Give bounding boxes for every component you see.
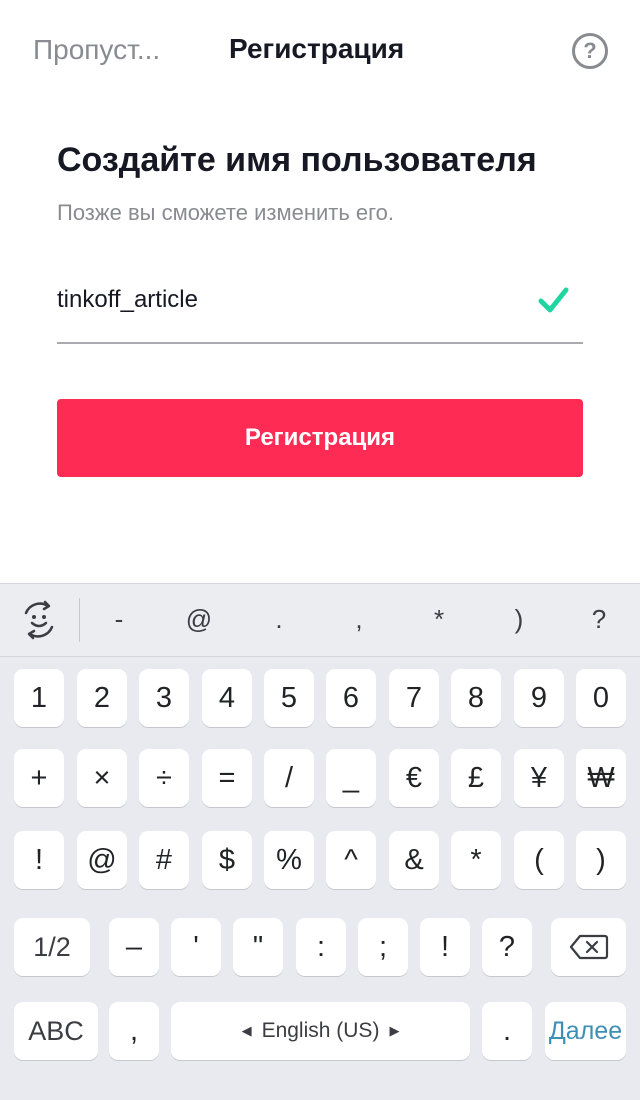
key[interactable]: € (389, 749, 439, 807)
key[interactable]: ! (14, 831, 64, 889)
key[interactable]: 2 (77, 669, 127, 727)
toolbar-divider (79, 598, 80, 642)
form-subheading: Позже вы сможете изменить его. (57, 200, 395, 225)
key[interactable]: : (296, 918, 346, 976)
key[interactable]: ( (514, 831, 564, 889)
key[interactable]: @ (77, 831, 127, 889)
on-screen-keyboard: - @ . , * ) ? 1 2 3 4 5 6 7 8 9 0 + × ÷ … (0, 583, 640, 1100)
key[interactable]: × (77, 749, 127, 807)
key[interactable]: ? (482, 918, 532, 976)
keyboard-toolbar: - @ . , * ) ? (0, 584, 640, 657)
username-value[interactable]: tinkoff_article (57, 286, 198, 314)
key[interactable]: 1 (14, 669, 64, 727)
username-input[interactable]: tinkoff_article (57, 270, 583, 344)
key[interactable]: 8 (451, 669, 501, 727)
key[interactable]: ' (171, 918, 221, 976)
suggestion-key[interactable]: . (259, 604, 299, 635)
suggestion-key[interactable]: ) (499, 604, 539, 635)
key[interactable]: 7 (389, 669, 439, 727)
space-key[interactable]: ◀ English (US) ▶ (171, 1002, 470, 1060)
suggestion-key[interactable]: - (99, 604, 139, 635)
key[interactable]: ^ (326, 831, 376, 889)
page-title: Регистрация (229, 33, 405, 64)
symbols-page-key[interactable]: 1/2 (14, 918, 90, 976)
key[interactable]: ₩ (576, 749, 626, 807)
register-button[interactable]: Регистрация (57, 399, 583, 477)
emoji-switch-icon[interactable] (18, 599, 60, 641)
key[interactable]: _ (326, 749, 376, 807)
key[interactable]: – (109, 918, 159, 976)
language-right-icon: ▶ (389, 1023, 400, 1038)
key[interactable]: + (14, 749, 64, 807)
key[interactable]: ! (420, 918, 470, 976)
form-heading: Создайте имя пользователя (57, 141, 537, 179)
backspace-icon (569, 934, 608, 960)
language-left-icon: ◀ (241, 1023, 252, 1038)
key[interactable]: ) (576, 831, 626, 889)
suggestion-key[interactable]: ? (579, 604, 619, 635)
abc-key[interactable]: ABC (14, 1002, 98, 1060)
period-key[interactable]: . (482, 1002, 532, 1060)
key[interactable]: 5 (264, 669, 314, 727)
comma-key[interactable]: , (109, 1002, 159, 1060)
help-icon[interactable]: ? (572, 33, 608, 69)
key[interactable]: 3 (139, 669, 189, 727)
key[interactable]: ; (358, 918, 408, 976)
key[interactable]: $ (202, 831, 252, 889)
key[interactable]: £ (451, 749, 501, 807)
key[interactable]: ¥ (514, 749, 564, 807)
key[interactable]: 9 (514, 669, 564, 727)
key[interactable]: 6 (326, 669, 376, 727)
suggestion-key[interactable]: , (339, 604, 379, 635)
key[interactable]: % (264, 831, 314, 889)
key[interactable]: 0 (576, 669, 626, 727)
key[interactable]: # (139, 831, 189, 889)
key[interactable]: ÷ (139, 749, 189, 807)
space-key-label: English (US) (261, 1019, 380, 1042)
key[interactable]: " (233, 918, 283, 976)
backspace-key[interactable] (551, 918, 626, 976)
key[interactable]: & (389, 831, 439, 889)
key[interactable]: * (451, 831, 501, 889)
top-bar: Пропуст... Регистрация ? (0, 0, 640, 100)
next-key[interactable]: Далее (545, 1002, 626, 1060)
key[interactable]: / (264, 749, 314, 807)
check-icon (538, 287, 569, 313)
key[interactable]: = (202, 749, 252, 807)
suggestion-key[interactable]: @ (179, 604, 219, 635)
key[interactable]: 4 (202, 669, 252, 727)
skip-button[interactable]: Пропуст... (33, 34, 160, 66)
suggestion-key[interactable]: * (419, 604, 459, 635)
